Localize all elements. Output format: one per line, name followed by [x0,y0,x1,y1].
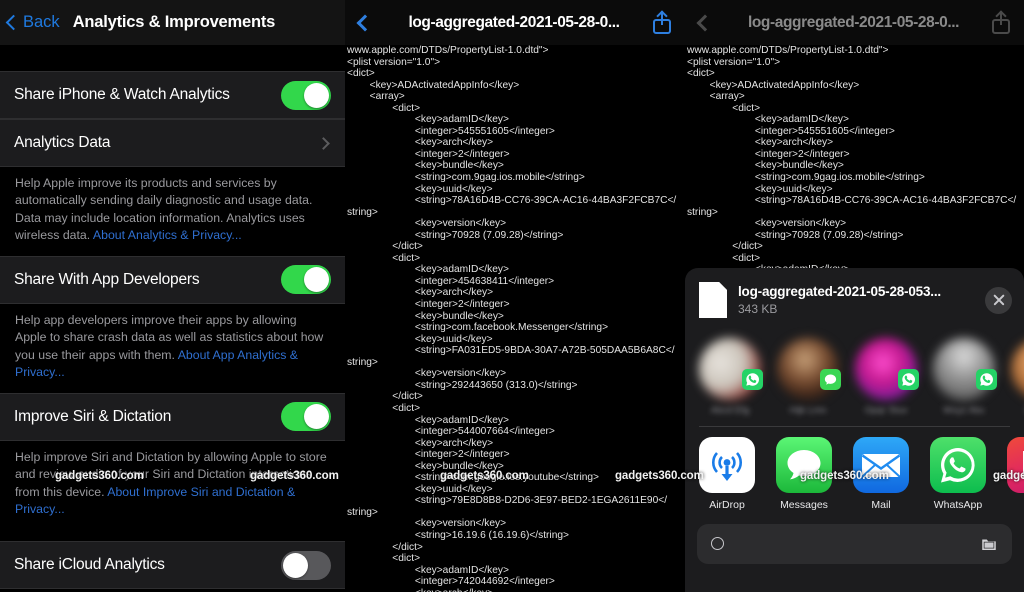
chevron-left-icon[interactable] [356,14,374,31]
contact-suggestion[interactable]: Abcd Efg [699,338,763,416]
avatar [699,338,763,400]
row-label: Share iPhone & Watch Analytics [14,86,230,103]
contact-suggestion[interactable]: Hijk Lmn [777,338,841,416]
row-label: Improve Siri & Dictation [14,407,172,425]
toggle-share-icloud-analytics[interactable] [281,550,331,580]
description-siri-dictation: Help improve Siri and Dictation by allow… [0,440,345,530]
toggle-share-with-app-developers[interactable] [281,265,331,295]
toggle-knob [283,552,308,578]
whatsapp-badge-icon [898,369,919,390]
share-app-label: AirDrop [709,498,745,511]
mail-icon [853,436,909,493]
chevron-right-icon [317,136,330,150]
viewer-navbar-middle: log-aggregated-2021-05-28-0... [345,0,685,45]
share-app-label: WhatsApp [933,498,983,511]
description-app-developers: Help app developers improve their apps b… [0,303,345,393]
share-action-row[interactable] [697,523,1012,564]
more-app-icon [1007,436,1024,493]
share-app-whatsapp[interactable]: WhatsApp [930,436,986,511]
share-icon[interactable] [653,10,671,34]
row-share-icloud-analytics[interactable]: Share iCloud Analytics [0,541,345,590]
close-icon[interactable] [985,286,1012,314]
toggle-improve-siri-dictation[interactable] [281,402,331,432]
screenshot-root: Back Analytics & Improvements Share iPho… [0,0,1024,592]
plist-code-middle: www.apple.com/DTDs/PropertyList-1.0.dtd"… [347,45,677,592]
contact-name: Defg Hij [1011,405,1024,416]
messages-badge-icon [820,369,841,390]
plist-viewer-right: log-aggregated-2021-05-28-0... www.apple… [685,0,1024,592]
row-improve-siri-dictation[interactable]: Improve Siri & Dictation [0,392,345,441]
row-share-iphone-watch-analytics[interactable]: Share iPhone & Watch Analytics [0,71,345,119]
row-label: Analytics Data [14,134,111,151]
copy-icon [711,537,724,550]
settings-panel: Back Analytics & Improvements Share iPho… [0,0,345,592]
file-title: log-aggregated-2021-05-28-0... [747,13,960,31]
avatar [855,338,919,400]
row-share-with-app-developers[interactable]: Share With App Developers [0,255,345,304]
avatar [777,338,841,400]
contact-name: Hijk Lmn [789,405,827,416]
toggle-share-iphone-watch-analytics[interactable] [281,80,331,110]
whatsapp-badge-icon [976,369,997,390]
whatsapp-badge-icon [742,369,763,390]
share-file-size: 343 KB [738,302,778,316]
share-app-label: Messages [780,498,828,511]
file-title: log-aggregated-2021-05-28-0... [408,13,620,31]
share-file-name: log-aggregated-2021-05-28-053... [738,284,941,299]
back-button-label: Back [23,13,60,31]
page-title: Analytics & Improvements [72,13,276,31]
settings-navbar: Back Analytics & Improvements [0,0,345,45]
description-analytics: Help Apple improve its products and serv… [0,167,345,256]
contact-suggestion[interactable]: Defg Hij [1011,338,1024,416]
share-sheet-header: log-aggregated-2021-05-28-053... 343 KB [685,268,1024,330]
share-icon[interactable] [992,10,1010,34]
contact-name: Abcd Efg [710,405,750,416]
about-analytics-privacy-link[interactable]: About Analytics & Privacy... [93,228,242,242]
toggle-knob [304,404,329,430]
settings-top-gap [0,45,345,71]
share-app-messages[interactable]: Messages [776,436,832,511]
share-sheet: log-aggregated-2021-05-28-053... 343 KB … [685,268,1024,592]
plist-viewer-middle: log-aggregated-2021-05-28-0... www.apple… [345,0,685,592]
avatar [933,338,997,400]
contact-suggestion[interactable]: Wxyz Abc [933,338,997,416]
document-icon [699,282,727,318]
toggle-knob [304,267,329,293]
row-label: Share With App Developers [14,270,200,288]
messages-icon [776,436,832,493]
airdrop-icon [699,436,755,493]
share-app-label: D [1007,499,1024,511]
back-button[interactable]: Back [5,13,60,32]
share-app-label: Mail [871,498,891,511]
share-app-mail[interactable]: Mail [853,436,909,511]
share-app-more[interactable]: D [1007,436,1024,511]
whatsapp-icon [930,436,986,493]
save-to-files-icon [980,536,998,552]
plist-code-right: www.apple.com/DTDs/PropertyList-1.0.dtd"… [687,45,1017,287]
contact-suggestion[interactable]: Opqr Stuv [855,338,919,416]
row-label: Share iCloud Analytics [14,556,165,574]
share-apps-row: AirDrop Messages Mail WhatsApp [685,427,1024,515]
contact-name: Wxyz Abc [943,405,985,416]
viewer-navbar-right: log-aggregated-2021-05-28-0... [685,0,1024,45]
share-app-airdrop[interactable]: AirDrop [699,436,755,511]
chevron-left-icon [5,14,22,31]
share-file-meta: log-aggregated-2021-05-28-053... 343 KB [738,284,985,316]
toggle-knob [304,82,329,108]
avatar [1011,338,1024,400]
contact-name: Opqr Stuv [864,405,908,416]
chevron-left-icon[interactable] [696,14,714,31]
share-contacts-row: Abcd Efg Hijk Lmn Opqr Stuv Wxyz Abc [685,330,1024,426]
row-analytics-data[interactable]: Analytics Data [0,119,345,167]
